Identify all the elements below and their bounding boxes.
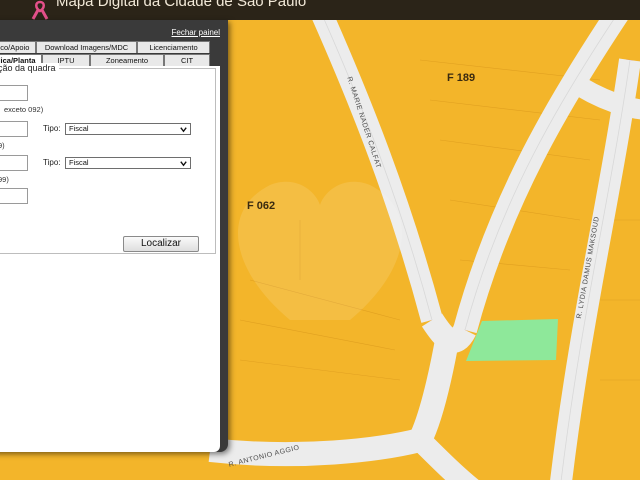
localizar-button[interactable]: Localizar bbox=[123, 236, 199, 252]
tipo-select-2[interactable]: Fiscal bbox=[65, 157, 191, 169]
chevron-down-icon bbox=[180, 127, 187, 133]
tipo-label-1: Tipo: bbox=[43, 124, 61, 133]
tab-licenciamento[interactable]: Licenciamento bbox=[137, 41, 210, 53]
lote-hint: 99) bbox=[0, 175, 9, 184]
tipo-select-1-value: Fiscal bbox=[69, 124, 89, 133]
quadra-fieldset: ção da quadra exceto 092) Tipo: Fiscal 9… bbox=[0, 63, 216, 254]
close-panel-link[interactable]: Fechar painel bbox=[172, 28, 220, 37]
setor-input[interactable] bbox=[0, 85, 28, 101]
app-header: Mapa Digital da Cidade de São Paulo bbox=[0, 0, 640, 20]
panel-body: ção da quadra exceto 092) Tipo: Fiscal 9… bbox=[0, 63, 220, 452]
digito-input[interactable] bbox=[0, 188, 28, 204]
quadra-hint: 9) bbox=[0, 141, 5, 150]
pink-ribbon-icon bbox=[31, 0, 49, 20]
tipo-label-2: Tipo: bbox=[43, 158, 61, 167]
app-title: Mapa Digital da Cidade de São Paulo bbox=[56, 0, 307, 10]
chevron-down-icon bbox=[180, 161, 187, 167]
tab-zoneamento[interactable]: Zoneamento bbox=[90, 54, 164, 66]
search-panel: Fechar painel ico/Apoio Download Imagens… bbox=[0, 20, 228, 452]
tipo-select-1[interactable]: Fiscal bbox=[65, 123, 191, 135]
app-stage: F 189 F 062 R. MARIE NADER CALFAT R. LYD… bbox=[0, 0, 640, 480]
tab-cit[interactable]: CIT bbox=[164, 54, 210, 66]
fieldset-legend: ção da quadra bbox=[0, 63, 59, 73]
lote-input[interactable] bbox=[0, 155, 28, 171]
tab-download-imagens[interactable]: Download Imagens/MDC bbox=[36, 41, 137, 53]
lot-label-f189: F 189 bbox=[447, 72, 476, 84]
quadra-input[interactable] bbox=[0, 121, 28, 137]
setor-hint: exceto 092) bbox=[4, 105, 44, 114]
tipo-select-2-value: Fiscal bbox=[69, 158, 89, 167]
lot-label-f062: F 062 bbox=[247, 200, 276, 212]
tab-apoio[interactable]: ico/Apoio bbox=[0, 41, 36, 53]
